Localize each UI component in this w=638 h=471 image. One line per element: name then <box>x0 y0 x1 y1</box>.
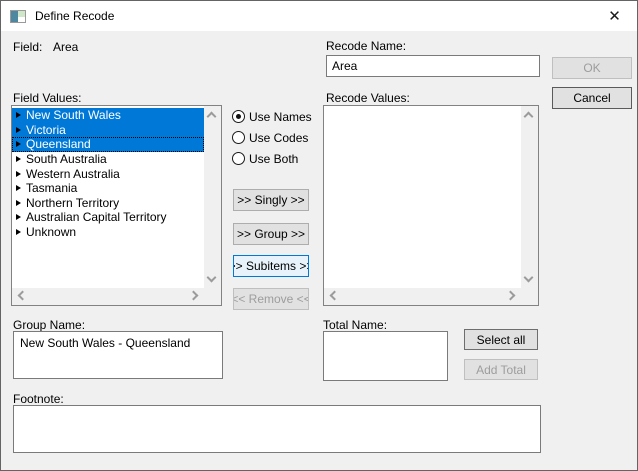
list-item[interactable]: Tasmania <box>12 181 204 196</box>
triangle-icon <box>16 171 21 177</box>
recode-name-label: Recode Name: <box>326 39 406 53</box>
list-item-label: Australian Capital Territory <box>26 210 167 224</box>
vertical-scrollbar[interactable] <box>521 106 538 288</box>
list-item[interactable]: Western Australia <box>12 166 204 181</box>
vertical-scrollbar[interactable] <box>204 106 221 288</box>
list-item[interactable]: Australian Capital Territory <box>12 210 204 225</box>
list-item[interactable]: Unknown <box>12 225 204 240</box>
close-icon[interactable]: ✕ <box>592 1 637 31</box>
radio-icon <box>232 131 245 144</box>
horizontal-scrollbar[interactable] <box>12 288 204 305</box>
window-title: Define Recode <box>35 9 114 23</box>
scroll-down-icon[interactable] <box>524 273 534 283</box>
scroll-right-icon[interactable] <box>506 291 516 301</box>
value-display-radio-group: Use Names Use Codes Use Both <box>232 109 312 172</box>
app-icon <box>10 10 26 23</box>
cancel-button[interactable]: Cancel <box>552 87 632 109</box>
ok-button[interactable]: OK <box>552 57 632 79</box>
radio-label: Use Both <box>249 152 298 166</box>
scrollbar-corner <box>521 288 538 305</box>
radio-use-both[interactable]: Use Both <box>232 151 312 166</box>
triangle-icon <box>16 127 21 133</box>
scroll-left-icon[interactable] <box>18 291 28 301</box>
list-item[interactable]: Northern Territory <box>12 196 204 211</box>
radio-label: Use Names <box>249 110 312 124</box>
list-item[interactable]: Victoria <box>12 123 204 138</box>
list-item-label: Unknown <box>26 225 76 239</box>
scrollbar-corner <box>204 288 221 305</box>
scroll-right-icon[interactable] <box>189 291 199 301</box>
horizontal-scrollbar[interactable] <box>324 288 521 305</box>
total-name-box[interactable] <box>323 331 448 381</box>
list-item-label: New South Wales <box>26 108 121 122</box>
list-item-label: Victoria <box>26 123 66 137</box>
radio-label: Use Codes <box>249 131 308 145</box>
list-item[interactable]: Queensland <box>12 137 204 152</box>
remove-button[interactable]: << Remove << <box>233 288 309 310</box>
triangle-icon <box>16 214 21 220</box>
triangle-icon <box>16 112 21 118</box>
footnote-label: Footnote: <box>13 392 64 406</box>
triangle-icon <box>16 141 21 147</box>
total-name-value <box>324 332 447 340</box>
scroll-up-icon[interactable] <box>524 112 534 122</box>
subitems-button[interactable]: >> Subitems >> <box>233 255 309 277</box>
define-recode-dialog: Define Recode ✕ Field: Area Recode Name:… <box>0 0 638 471</box>
radio-icon <box>232 152 245 165</box>
scroll-up-icon[interactable] <box>207 112 217 122</box>
recode-name-input[interactable] <box>326 55 540 77</box>
add-total-button[interactable]: Add Total <box>464 359 538 380</box>
triangle-icon <box>16 185 21 191</box>
list-item-label: Queensland <box>26 137 91 151</box>
field-values-rows: New South WalesVictoriaQueenslandSouth A… <box>12 106 204 288</box>
title-bar: Define Recode ✕ <box>1 1 637 31</box>
field-value: Area <box>53 40 78 54</box>
scroll-left-icon[interactable] <box>330 291 340 301</box>
triangle-icon <box>16 200 21 206</box>
list-item-label: Tasmania <box>26 181 77 195</box>
radio-icon <box>232 110 245 123</box>
total-name-label: Total Name: <box>323 318 387 332</box>
select-all-button[interactable]: Select all <box>464 329 538 350</box>
recode-values-listbox[interactable] <box>323 105 539 306</box>
list-item-label: Western Australia <box>26 167 120 181</box>
triangle-icon <box>16 229 21 235</box>
field-label: Field: <box>13 40 42 54</box>
list-item-label: Northern Territory <box>26 196 119 210</box>
recode-values-rows <box>324 106 521 288</box>
triangle-icon <box>16 156 21 162</box>
group-name-label: Group Name: <box>13 318 85 332</box>
list-item-label: South Australia <box>26 152 107 166</box>
field-values-label: Field Values: <box>13 91 81 105</box>
group-name-box[interactable]: New South Wales - Queensland <box>13 331 223 379</box>
recode-values-label: Recode Values: <box>326 91 410 105</box>
footnote-input[interactable] <box>13 405 541 453</box>
field-values-listbox[interactable]: New South WalesVictoriaQueenslandSouth A… <box>11 105 222 306</box>
scroll-down-icon[interactable] <box>207 273 217 283</box>
radio-use-codes[interactable]: Use Codes <box>232 130 312 145</box>
singly-button[interactable]: >> Singly >> <box>233 189 309 211</box>
group-name-value: New South Wales - Queensland <box>14 332 222 354</box>
group-button[interactable]: >> Group >> <box>233 223 309 245</box>
list-item[interactable]: South Australia <box>12 152 204 167</box>
list-item[interactable]: New South Wales <box>12 108 204 123</box>
radio-use-names[interactable]: Use Names <box>232 109 312 124</box>
